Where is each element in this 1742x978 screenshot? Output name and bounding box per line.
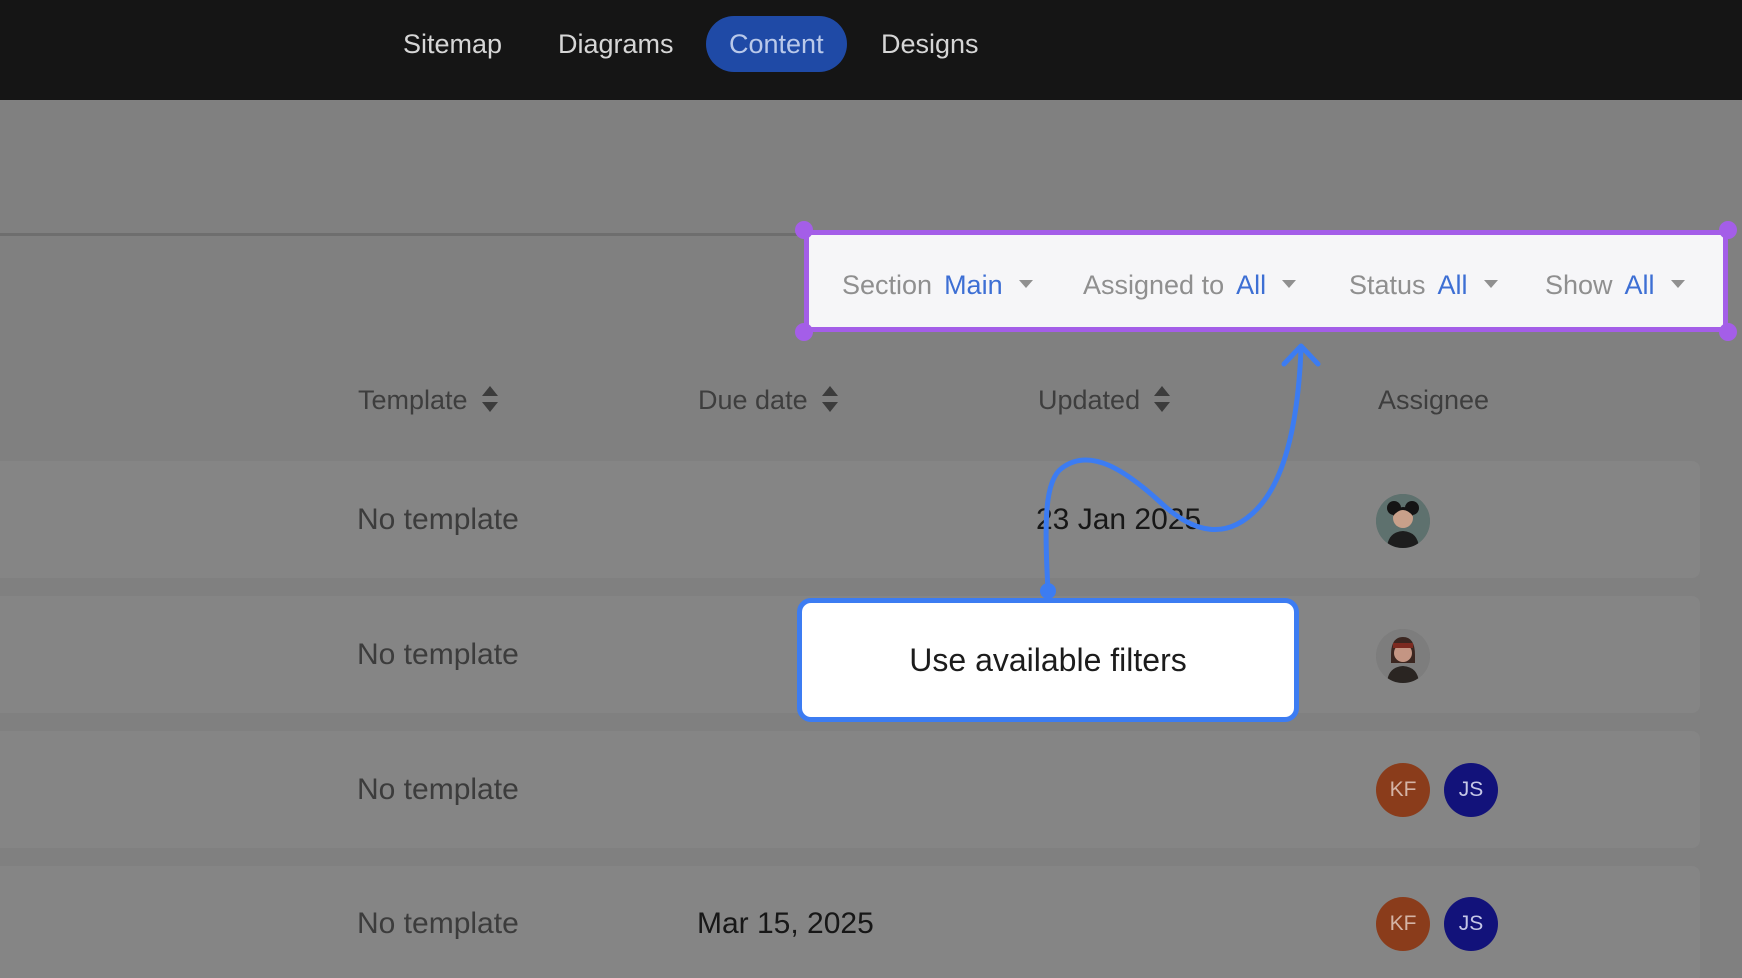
filter-value: All xyxy=(1624,270,1655,300)
tab-sitemap[interactable]: Sitemap xyxy=(380,16,525,72)
table-row[interactable]: No template KF JS xyxy=(0,731,1700,848)
column-header-due-date[interactable]: Due date xyxy=(698,380,838,420)
filter-label: Section xyxy=(842,270,933,300)
assigned-to-filter-dropdown[interactable]: Assigned to All xyxy=(1083,265,1297,305)
assignee-initials-avatar[interactable]: KF xyxy=(1376,897,1430,951)
column-header-label: Updated xyxy=(1038,385,1141,415)
highlight-corner-handle xyxy=(1719,221,1737,239)
assignee-avatar[interactable] xyxy=(1376,494,1430,548)
sort-icon[interactable] xyxy=(481,385,498,412)
table-row[interactable]: No template 23 Jan 2025 xyxy=(0,461,1700,578)
tab-designs[interactable]: Designs xyxy=(858,16,1002,72)
caret-down-icon xyxy=(1670,279,1685,288)
tooltip-text: Use available filters xyxy=(909,642,1187,678)
filter-label: Assigned to xyxy=(1083,270,1225,300)
header-divider xyxy=(0,233,810,236)
tab-diagrams[interactable]: Diagrams xyxy=(535,16,697,72)
template-cell: No template xyxy=(357,503,519,536)
caret-down-icon xyxy=(1483,279,1498,288)
column-header-template[interactable]: Template xyxy=(358,380,498,420)
highlight-corner-handle xyxy=(795,323,813,341)
status-filter-dropdown[interactable]: Status All xyxy=(1349,265,1498,305)
column-header-label: Due date xyxy=(698,385,808,415)
template-cell: No template xyxy=(357,773,519,806)
tab-content[interactable]: Content xyxy=(706,16,847,72)
table-row[interactable]: No template Mar 15, 2025 KF JS xyxy=(0,866,1700,978)
assignee-initials-avatar[interactable]: JS xyxy=(1444,763,1498,817)
top-nav-bar: Sitemap Diagrams Content Designs xyxy=(0,0,1742,100)
column-header-label: Template xyxy=(358,385,468,415)
filter-value: Main xyxy=(944,270,1003,300)
filter-label: Status xyxy=(1349,270,1426,300)
section-filter-dropdown[interactable]: Section Main xyxy=(842,265,1033,305)
column-header-label: Assignee xyxy=(1378,385,1490,415)
filter-label: Show xyxy=(1545,270,1613,300)
filter-value: All xyxy=(1236,270,1267,300)
highlight-corner-handle xyxy=(795,221,813,239)
person-avatar-icon xyxy=(1376,494,1430,548)
template-cell: No template xyxy=(357,638,519,671)
assignee-initials-avatar[interactable]: KF xyxy=(1376,763,1430,817)
caret-down-icon xyxy=(1282,279,1297,288)
column-header-assignee: Assignee xyxy=(1378,380,1489,420)
show-filter-dropdown[interactable]: Show All xyxy=(1545,265,1685,305)
assignee-avatar[interactable] xyxy=(1376,629,1430,683)
filter-value: All xyxy=(1437,270,1468,300)
updated-cell: 23 Jan 2025 xyxy=(1036,503,1202,536)
tooltip-callout: Use available filters xyxy=(797,598,1299,722)
highlight-corner-handle xyxy=(1719,323,1737,341)
due-date-cell: Mar 15, 2025 xyxy=(697,907,874,940)
sort-icon[interactable] xyxy=(821,385,838,412)
sort-icon[interactable] xyxy=(1154,385,1171,412)
caret-down-icon xyxy=(1018,279,1033,288)
column-header-updated[interactable]: Updated xyxy=(1038,380,1171,420)
person-avatar-icon xyxy=(1376,629,1430,683)
assignee-initials-avatar[interactable]: JS xyxy=(1444,897,1498,951)
filter-bar: Section Main Assigned to All Status All Sho… xyxy=(804,230,1728,332)
template-cell: No template xyxy=(357,907,519,940)
